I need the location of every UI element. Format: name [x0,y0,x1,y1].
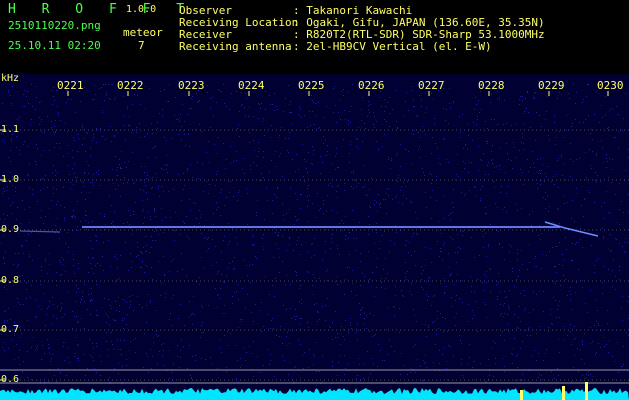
meteor-label: meteor [123,26,163,39]
x-tick-label: 0229 [538,79,565,92]
level-peak [585,382,588,400]
spectrogram [0,74,629,400]
app-version: 1.0.0 [126,4,157,15]
x-tick-label: 0230 [597,79,624,92]
app-name: H R O F F T [8,2,194,17]
x-tick-label: 0223 [178,79,205,92]
y-tick-label: 1.1 [1,124,20,135]
x-tick-label: 0226 [358,79,385,92]
y-tick-label: 0.8 [1,275,20,286]
x-tick-label: 0225 [298,79,325,92]
y-tick-label: 0.9 [1,224,20,235]
spectrogram-background [0,74,629,400]
level-peak [520,390,523,400]
y-tick-label: 1.0 [1,174,20,185]
antenna-value: : 2el-HB9CV Vertical (el. E-W) [293,40,492,53]
file-name: 2510110220.png [8,19,101,32]
y-tick-label: 0.6 [1,374,20,385]
x-tick-label: 0221 [57,79,84,92]
header-panel: H R O F F T 1.0.0 2510110220.png 25.10.1… [0,0,629,74]
level-peak [562,386,565,400]
x-tick-label: 0222 [117,79,144,92]
file-timestamp: 25.10.11 02:20 [8,39,101,52]
antenna-key: Receiving antenna [179,40,292,53]
y-unit-label: kHz [1,73,20,84]
x-tick-label: 0227 [418,79,445,92]
x-tick-label: 0228 [478,79,505,92]
y-tick-label: 0.7 [1,324,20,335]
x-tick-label: 0224 [238,79,265,92]
meteor-count: 7 [138,39,145,52]
